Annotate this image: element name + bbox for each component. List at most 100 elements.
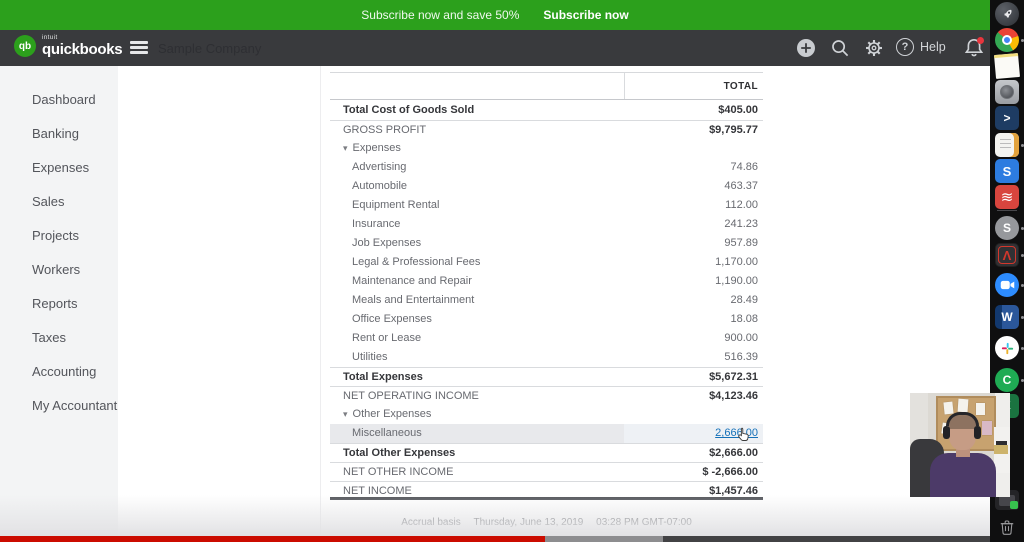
word-icon[interactable]: W bbox=[995, 305, 1019, 329]
row-value[interactable]: 112.00 bbox=[624, 196, 763, 215]
blue-s-app-icon[interactable]: S bbox=[995, 159, 1019, 183]
sidebar-item-reports[interactable]: Reports bbox=[0, 287, 118, 321]
row-label: Total Other Expenses bbox=[343, 447, 456, 459]
report-rows: Total Cost of Goods Sold $405.00 GROSS PRO… bbox=[330, 101, 763, 500]
row-label: Advertising bbox=[352, 161, 407, 173]
video-progress-played bbox=[0, 536, 545, 542]
presenter-torso bbox=[930, 453, 996, 497]
sidebar-item-workers[interactable]: Workers bbox=[0, 253, 118, 287]
total-column-header: TOTAL bbox=[624, 73, 763, 99]
row-value[interactable]: 18.08 bbox=[624, 310, 763, 329]
row-value: $5,672.31 bbox=[709, 371, 758, 383]
row-value[interactable]: 74.86 bbox=[624, 158, 763, 177]
video-progress-buffered bbox=[544, 536, 664, 542]
row-label: Automobile bbox=[352, 180, 408, 192]
video-progress-bar[interactable] bbox=[0, 536, 990, 542]
row-label: Meals and Entertainment bbox=[352, 294, 475, 306]
report-row: NET OTHER INCOME $ -2,666.00 bbox=[330, 462, 763, 481]
quickbooks-wordmark: quickbooks bbox=[42, 41, 123, 58]
promo-banner: Subscribe now and save 50% Subscribe now bbox=[0, 0, 990, 30]
notification-badge bbox=[977, 37, 984, 44]
row-label: Legal & Professional Fees bbox=[352, 256, 481, 268]
help-menu[interactable]: ? Help bbox=[896, 38, 946, 56]
row-value[interactable]: 28.49 bbox=[624, 291, 763, 310]
stickies-icon[interactable] bbox=[993, 52, 1021, 80]
row-label: ▾ Other Expenses bbox=[343, 408, 432, 420]
chrome-icon[interactable] bbox=[995, 28, 1019, 52]
notification-bell-icon[interactable] bbox=[963, 37, 985, 59]
row-label: Miscellaneous bbox=[330, 424, 624, 443]
report-row: Total Expenses $5,672.31 bbox=[330, 367, 763, 386]
hamburger-menu-icon[interactable] bbox=[130, 41, 148, 55]
table-header-row: TOTAL bbox=[330, 72, 763, 100]
report-pane-edge bbox=[320, 66, 321, 536]
sidebar-nav: Dashboard Banking Expenses Sales Projects Wor… bbox=[0, 66, 118, 536]
help-label: Help bbox=[920, 40, 946, 54]
row-label: Total Expenses bbox=[343, 371, 423, 383]
row-value[interactable]: 900.00 bbox=[624, 329, 763, 348]
create-plus-icon[interactable] bbox=[796, 38, 816, 58]
row-value[interactable]: 463.37 bbox=[624, 177, 763, 196]
row-value[interactable]: 1,170.00 bbox=[624, 253, 763, 272]
report-row: GROSS PROFIT $9,795.77 bbox=[330, 120, 763, 139]
sidebar-item-banking[interactable]: Banking bbox=[0, 117, 118, 151]
red-stack-app-icon[interactable]: ≋ bbox=[995, 185, 1019, 209]
trash-icon[interactable] bbox=[995, 515, 1019, 539]
sidebar-item-projects[interactable]: Projects bbox=[0, 219, 118, 253]
collapse-triangle-icon[interactable]: ▾ bbox=[343, 143, 348, 153]
sidebar-item-my-accountant[interactable]: My Accountant bbox=[0, 389, 118, 423]
launchpad-icon[interactable] bbox=[995, 2, 1019, 26]
sidebar-item-accounting[interactable]: Accounting bbox=[0, 355, 118, 389]
report-row: Legal & Professional Fees 1,170.00 bbox=[330, 253, 763, 272]
search-icon[interactable] bbox=[830, 38, 850, 58]
report-row: Miscellaneous 2,666.00 bbox=[330, 424, 763, 443]
row-label: NET OPERATING INCOME bbox=[343, 390, 479, 402]
content-bottom-fade bbox=[0, 495, 990, 536]
camera-lens-icon[interactable] bbox=[995, 80, 1019, 104]
row-label: Utilities bbox=[352, 351, 388, 363]
app-window: Subscribe now and save 50% Subscribe now… bbox=[0, 0, 1024, 542]
camtasia-icon[interactable]: C bbox=[995, 368, 1019, 392]
zoom-icon[interactable] bbox=[995, 273, 1019, 297]
row-label: Rent or Lease bbox=[352, 332, 422, 344]
sidebar-item-taxes[interactable]: Taxes bbox=[0, 321, 118, 355]
hand-cursor-icon bbox=[736, 426, 752, 447]
sidebar-item-expenses[interactable]: Expenses bbox=[0, 151, 118, 185]
subscribe-button[interactable]: Subscribe now bbox=[543, 8, 628, 22]
row-value: $ -2,666.00 bbox=[702, 466, 758, 478]
row-value: $4,123.46 bbox=[709, 390, 758, 402]
gray-s-app-icon[interactable]: S bbox=[995, 216, 1019, 240]
row-label: NET OTHER INCOME bbox=[343, 466, 454, 478]
row-value: $9,795.77 bbox=[709, 124, 758, 136]
row-value[interactable]: 957.89 bbox=[624, 234, 763, 253]
company-name: Sample Company bbox=[158, 41, 262, 56]
row-label: Equipment Rental bbox=[352, 199, 440, 211]
row-value[interactable]: 516.39 bbox=[624, 348, 763, 367]
terminal-icon[interactable]: > bbox=[995, 106, 1019, 130]
row-value[interactable]: 1,190.00 bbox=[624, 272, 763, 291]
report-row: Utilities 516.39 bbox=[330, 348, 763, 367]
row-label: Total Cost of Goods Sold bbox=[343, 104, 475, 116]
report-row: Job Expenses 957.89 bbox=[330, 234, 763, 253]
slack-icon[interactable] bbox=[995, 336, 1019, 360]
app-header: qb intuit quickbooks Sample Company ? He… bbox=[0, 30, 990, 66]
webcam-overlay bbox=[910, 393, 1010, 497]
sidebar-item-sales[interactable]: Sales bbox=[0, 185, 118, 219]
row-label: Maintenance and Repair bbox=[352, 275, 472, 287]
row-label: GROSS PROFIT bbox=[343, 124, 427, 136]
notebook-icon[interactable] bbox=[995, 133, 1019, 157]
row-value bbox=[624, 405, 763, 424]
report-row: NET OPERATING INCOME $4,123.46 bbox=[330, 386, 763, 405]
row-value bbox=[624, 139, 763, 158]
dock-divider bbox=[997, 210, 1017, 211]
sidebar-item-dashboard[interactable]: Dashboard bbox=[0, 83, 118, 117]
collapse-triangle-icon[interactable]: ▾ bbox=[343, 409, 348, 419]
report-row: Meals and Entertainment 28.49 bbox=[330, 291, 763, 310]
gear-icon[interactable] bbox=[864, 38, 884, 58]
acrobat-reader-icon[interactable]: Λ bbox=[995, 243, 1019, 267]
row-value[interactable]: 241.23 bbox=[624, 215, 763, 234]
row-label: Office Expenses bbox=[352, 313, 432, 325]
qb-logo-icon: qb bbox=[14, 35, 36, 57]
report-row: Advertising 74.86 bbox=[330, 158, 763, 177]
row-value: $405.00 bbox=[718, 104, 758, 116]
